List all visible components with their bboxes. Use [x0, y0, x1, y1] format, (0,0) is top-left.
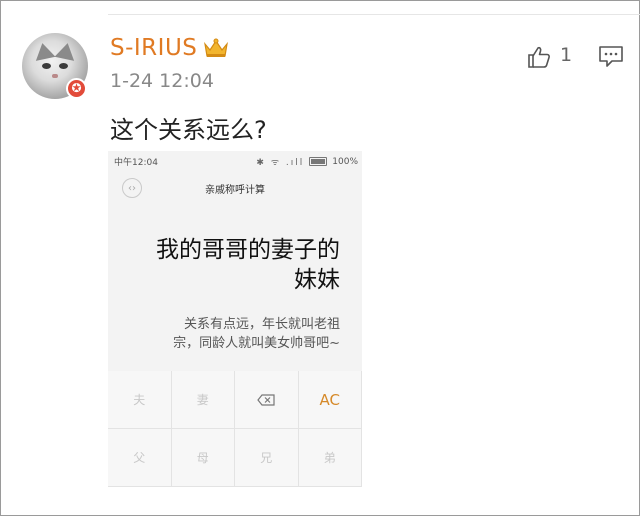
calc-result: 宗，同龄人就叫美女帅哥吧~ [173, 336, 340, 351]
status-bar: 中午12:04 ✱ ᯤ .ıll 100% [108, 151, 362, 169]
signal-icons: ✱ ᯤ .ıll [256, 158, 305, 168]
ac-key: AC [298, 371, 362, 429]
username[interactable]: S-IRIUS [110, 35, 197, 61]
post-image[interactable]: 中午12:04 ✱ ᯤ .ıll 100% ‹› 亲戚称呼计算 我的哥哥的妻子的… [108, 151, 362, 487]
vip-badge-icon: ✪ [66, 78, 87, 99]
key: 妻 [171, 371, 235, 429]
key: 弟 [298, 429, 362, 487]
app-title: 亲戚称呼计算 [205, 185, 265, 196]
status-indicators: ✱ ᯤ .ıll 100% [256, 155, 358, 169]
cat-ear [54, 41, 78, 61]
cat-nose [52, 74, 58, 78]
calc-expression: 我的哥哥的妻子的 [156, 237, 340, 263]
calc-result: 关系有点远，年长就叫老祖 [183, 317, 340, 332]
calc-expression: 妹妹 [294, 267, 340, 293]
backspace-key [235, 371, 299, 429]
backspace-icon [257, 393, 275, 406]
key: 兄 [235, 429, 299, 487]
crown-icon [204, 38, 228, 57]
divider [108, 14, 640, 15]
key: 母 [171, 429, 235, 487]
thumbs-up-icon[interactable] [526, 44, 552, 70]
battery-icon [309, 157, 328, 166]
battery-level: 100% [332, 156, 358, 167]
key: 父 [108, 429, 172, 487]
post-text: 这个关系远么? [110, 116, 267, 144]
keypad: 夫 妻 AC 父 母 兄 弟 [108, 371, 362, 487]
comment-icon[interactable] [598, 44, 624, 68]
timestamp: 1-24 12:04 [110, 70, 214, 92]
cat-eye [42, 63, 51, 69]
cat-eye [59, 63, 68, 69]
status-time: 中午12:04 [114, 158, 158, 168]
key: 夫 [108, 371, 172, 429]
like-count: 1 [560, 44, 573, 66]
cat-ear [32, 41, 56, 61]
